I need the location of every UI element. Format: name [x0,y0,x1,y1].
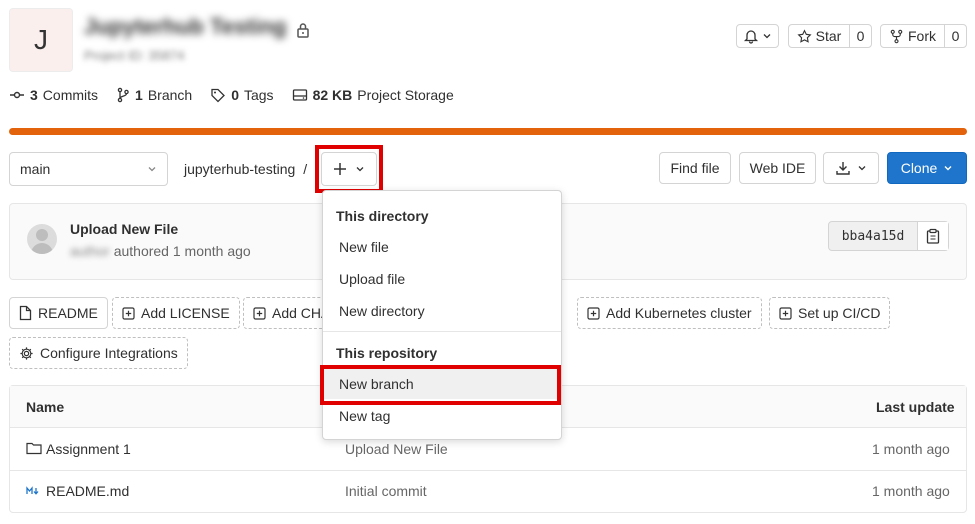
setup-cicd-button[interactable]: Set up CI/CD [769,297,891,329]
menu-item-new-file[interactable]: New file [323,232,561,262]
chevron-down-icon [762,31,772,41]
fork-button[interactable]: Fork 0 [880,24,967,48]
file-row-name[interactable]: README.md [46,483,129,499]
author-avatar[interactable] [27,224,57,254]
branch-selector[interactable]: main [9,152,168,186]
column-header-last-update: Last update [876,399,955,415]
tag-icon [210,87,226,103]
storage-size: 82 KB [312,87,353,103]
menu-item-upload-file[interactable]: Upload file [323,264,561,294]
branches-count: 1 [135,87,143,103]
dropdown-divider [323,331,561,332]
breadcrumb-separator: / [303,161,308,177]
fork-count[interactable]: 0 [944,25,966,47]
commit-author[interactable]: author [70,243,110,259]
clone-button[interactable]: Clone [887,152,967,184]
last-commit-title[interactable]: Upload New File [70,221,178,237]
highlight-box-add-button [315,145,383,193]
highlight-box-new-branch [320,365,561,405]
commit-sha[interactable]: bba4a15d [829,222,918,250]
plus-square-icon [122,306,135,320]
folder-icon [26,441,42,455]
menu-item-new-tag[interactable]: New tag [323,401,561,431]
file-row-name[interactable]: Assignment 1 [46,441,131,457]
storage-icon [292,87,308,103]
menu-item-new-directory[interactable]: New directory [323,296,561,326]
file-row-commit[interactable]: Initial commit [345,483,427,499]
configure-integrations-button[interactable]: Configure Integrations [9,337,188,369]
storage-link[interactable]: 82 KB Project Storage [292,87,454,103]
web-ide-button[interactable]: Web IDE [739,152,816,184]
tags-link[interactable]: 0 Tags [210,87,274,103]
star-label: Star [815,28,842,44]
fork-icon [889,29,904,44]
storage-usage-fill [9,128,967,135]
commit-time: authored 1 month ago [113,243,251,259]
commits-link[interactable]: 3 Commits [9,87,98,103]
file-icon [19,305,32,321]
dropdown-section-repository: This repository [336,345,438,361]
branches-link[interactable]: 1 Branch [116,87,192,103]
markdown-icon [26,486,41,496]
branches-label: Branch [147,87,193,103]
tags-count: 0 [231,87,239,103]
gear-icon [19,346,34,361]
row-divider [10,470,966,471]
commit-sha-group: bba4a15d [828,221,949,251]
plus-square-icon [253,306,266,320]
commits-count: 3 [30,87,38,103]
star-icon [797,28,812,44]
file-row-updated: 1 month ago [872,483,950,499]
project-id: Project ID: 35874 [84,48,185,63]
add-kubernetes-cluster-button[interactable]: Add Kubernetes cluster [577,297,762,329]
commit-icon [9,87,25,103]
branch-name: main [20,161,51,177]
readme-button[interactable]: README [9,297,108,329]
bell-icon [743,28,759,44]
file-row-updated: 1 month ago [872,441,950,457]
copy-sha-button[interactable] [918,222,948,250]
storage-usage-bar [9,128,967,135]
last-commit-meta: author authored 1 month ago [70,243,251,259]
clone-label: Clone [900,160,938,176]
project-stats: 3 Commits 1 Branch 0 Tags 82 KB Project … [9,87,454,103]
clipboard-icon [926,228,940,244]
add-license-button[interactable]: Add LICENSE [112,297,240,329]
star-count[interactable]: 0 [849,25,871,47]
lock-icon [296,22,310,38]
readme-label: README [38,305,98,321]
commits-label: Commits [42,87,99,103]
breadcrumb: jupyterhub-testing / [184,161,307,177]
add-license-label: Add LICENSE [141,305,230,321]
fork-label: Fork [908,28,936,44]
configure-integrations-label: Configure Integrations [40,345,178,361]
storage-label: Project Storage [357,87,454,103]
plus-square-icon [587,306,600,320]
tags-label: Tags [243,87,274,103]
add-changelog-button[interactable]: Add CHANGELOG [243,297,333,329]
dropdown-section-directory: This directory [336,208,429,224]
setup-cicd-label: Set up CI/CD [798,305,881,321]
download-icon [835,160,851,176]
download-button[interactable] [823,152,879,184]
column-header-name: Name [26,399,65,415]
chevron-down-icon [857,163,867,173]
chevron-down-icon [943,163,953,173]
chevron-down-icon [147,164,157,174]
plus-square-icon [779,306,792,320]
branch-icon [116,87,130,103]
file-row-commit[interactable]: Upload New File [345,441,448,457]
star-button[interactable]: Star 0 [788,24,872,48]
find-file-button[interactable]: Find file [659,152,731,184]
project-avatar: J [9,8,73,72]
notifications-button[interactable] [736,24,779,48]
add-kubernetes-label: Add Kubernetes cluster [606,305,752,321]
project-title: Jupyterhub Testing [84,14,287,39]
breadcrumb-project-link[interactable]: jupyterhub-testing [184,161,295,177]
